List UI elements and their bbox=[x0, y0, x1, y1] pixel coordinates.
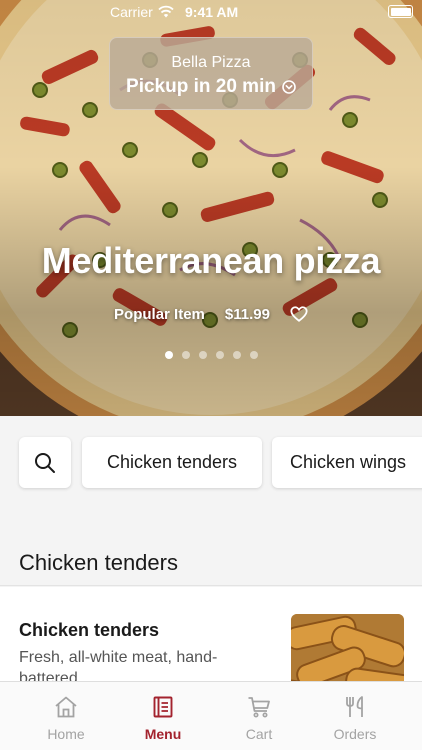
menu-item-photo bbox=[291, 614, 404, 687]
featured-price: $11.99 bbox=[224, 305, 270, 323]
popular-badge: Popular Item bbox=[114, 305, 205, 323]
featured-item-meta: Popular Item $11.99 bbox=[0, 305, 422, 323]
store-name: Bella Pizza bbox=[171, 54, 251, 71]
home-icon bbox=[55, 696, 77, 718]
carousel-dot[interactable] bbox=[249, 351, 258, 359]
tab-cart[interactable]: Cart bbox=[211, 682, 307, 750]
pickup-time: Pickup in 20 min bbox=[110, 76, 312, 98]
carousel-dot[interactable] bbox=[232, 351, 241, 359]
carousel-dots[interactable] bbox=[0, 351, 422, 359]
tab-label: Menu bbox=[144, 726, 182, 742]
tab-orders[interactable]: Orders bbox=[307, 682, 403, 750]
clock: 9:41 AM bbox=[185, 4, 239, 20]
battery-icon bbox=[388, 5, 413, 18]
tab-home[interactable]: Home bbox=[18, 682, 114, 750]
section-header: Chicken tenders bbox=[0, 508, 422, 586]
menu-item-card[interactable]: Chicken tenders Fresh, all-white meat, h… bbox=[0, 587, 422, 687]
tab-label: Home bbox=[47, 726, 85, 742]
category-chip-chicken-wings[interactable]: Chicken wings bbox=[272, 437, 422, 488]
tab-label: Orders bbox=[333, 726, 377, 742]
tab-bar: Home Menu Cart Orders bbox=[0, 681, 422, 750]
carousel-dot[interactable] bbox=[164, 351, 173, 359]
pickup-label: Pickup in 20 min bbox=[126, 76, 276, 97]
cart-icon bbox=[248, 697, 270, 718]
search-button[interactable] bbox=[19, 437, 71, 488]
carousel-dot[interactable] bbox=[181, 351, 190, 359]
menu-item-name: Chicken tenders bbox=[19, 620, 160, 640]
search-icon bbox=[35, 452, 55, 473]
carrier-label: Carrier bbox=[110, 4, 153, 20]
carousel-dot[interactable] bbox=[198, 351, 207, 359]
category-chip-chicken-tenders[interactable]: Chicken tenders bbox=[82, 437, 262, 488]
store-selector[interactable]: Bella Pizza Pickup in 20 min bbox=[109, 37, 313, 110]
featured-item-title: Mediterranean pizza bbox=[41, 240, 381, 281]
fork-knife-icon bbox=[346, 696, 363, 717]
chevron-down-circle-icon bbox=[282, 80, 296, 94]
wifi-icon bbox=[158, 5, 174, 18]
heart-icon[interactable] bbox=[290, 305, 308, 323]
tab-menu[interactable]: Menu bbox=[115, 682, 211, 750]
category-bar: Chicken tenders Chicken wings bbox=[0, 416, 422, 508]
tab-label: Cart bbox=[245, 726, 273, 742]
hero-banner[interactable]: Carrier 9:41 AM Bella Pizza Pickup in 20… bbox=[0, 0, 422, 416]
section-title: Chicken tenders bbox=[19, 550, 178, 575]
status-bar: Carrier 9:41 AM bbox=[0, 0, 422, 24]
menu-icon bbox=[153, 696, 173, 718]
carousel-dot[interactable] bbox=[215, 351, 224, 359]
